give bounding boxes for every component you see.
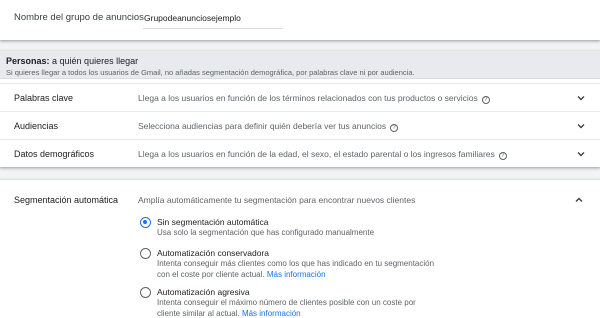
- segmentation-description: Amplía automáticamente tu segmentación p…: [138, 195, 416, 205]
- chevron-down-icon[interactable]: [576, 93, 586, 103]
- option-no-automatic-segmentation[interactable]: Sin segmentación automática Usa solo la …: [140, 217, 440, 239]
- radio-button[interactable]: [140, 287, 151, 298]
- personas-subtitle: Si quieres llegar a todos los usuarios d…: [6, 68, 415, 77]
- chevron-down-icon[interactable]: [576, 149, 586, 159]
- demographics-description: Llega a los usuarios en función de la ed…: [138, 149, 507, 160]
- option-conservative-automation[interactable]: Automatización conservadora Intenta cons…: [140, 248, 440, 280]
- radio-button[interactable]: [140, 248, 151, 259]
- keywords-title: Palabras clave: [14, 93, 74, 103]
- demographics-row[interactable]: Datos demográficos Llega a los usuarios …: [0, 139, 600, 167]
- automatic-segmentation-card: Segmentación automática Amplía automátic…: [0, 180, 600, 318]
- demographics-title: Datos demográficos: [14, 149, 95, 159]
- keywords-row[interactable]: Palabras clave Llega a los usuarios en f…: [0, 83, 600, 111]
- option-aggressive-automation[interactable]: Automatización agresiva Intenta consegui…: [140, 287, 440, 318]
- keywords-description: Llega a los usuarios en función de los t…: [138, 93, 490, 104]
- personas-card: Personas: a quién quieres llegar Si quie…: [0, 51, 600, 167]
- help-circle-icon[interactable]: ?: [498, 152, 507, 160]
- option-title: Sin segmentación automática: [157, 217, 269, 227]
- option-description: Intenta conseguir más clientes como los …: [157, 259, 435, 279]
- option-description: Usa solo la segmentación que has configu…: [157, 228, 375, 237]
- segmentation-title: Segmentación automática: [14, 195, 119, 205]
- audiences-description: Selecciona audiencias para definir quién…: [138, 121, 399, 132]
- option-title: Automatización agresiva: [157, 287, 250, 297]
- chevron-up-icon[interactable]: [574, 195, 584, 205]
- audiences-title: Audiencias: [14, 121, 59, 131]
- help-circle-icon[interactable]: ?: [390, 124, 399, 132]
- chevron-down-icon[interactable]: [576, 121, 586, 131]
- more-info-link[interactable]: Más información: [267, 270, 326, 279]
- personas-title: Personas: a quién quieres llegar: [6, 56, 139, 66]
- ad-group-name-label: Nombre del grupo de anuncios: [14, 12, 144, 23]
- more-info-link[interactable]: Más información: [242, 309, 301, 318]
- help-circle-icon[interactable]: ?: [481, 96, 490, 104]
- ad-group-name-input[interactable]: [143, 7, 283, 29]
- radio-button-selected[interactable]: [140, 217, 151, 228]
- option-title: Automatización conservadora: [157, 248, 269, 258]
- option-description: Intenta conseguir el máximo número de cl…: [157, 298, 416, 318]
- personas-header: Personas: a quién quieres llegar Si quie…: [0, 51, 600, 79]
- audiences-row[interactable]: Audiencias Selecciona audiencias para de…: [0, 111, 600, 139]
- ad-group-name-card: Nombre del grupo de anuncios: [0, 0, 600, 40]
